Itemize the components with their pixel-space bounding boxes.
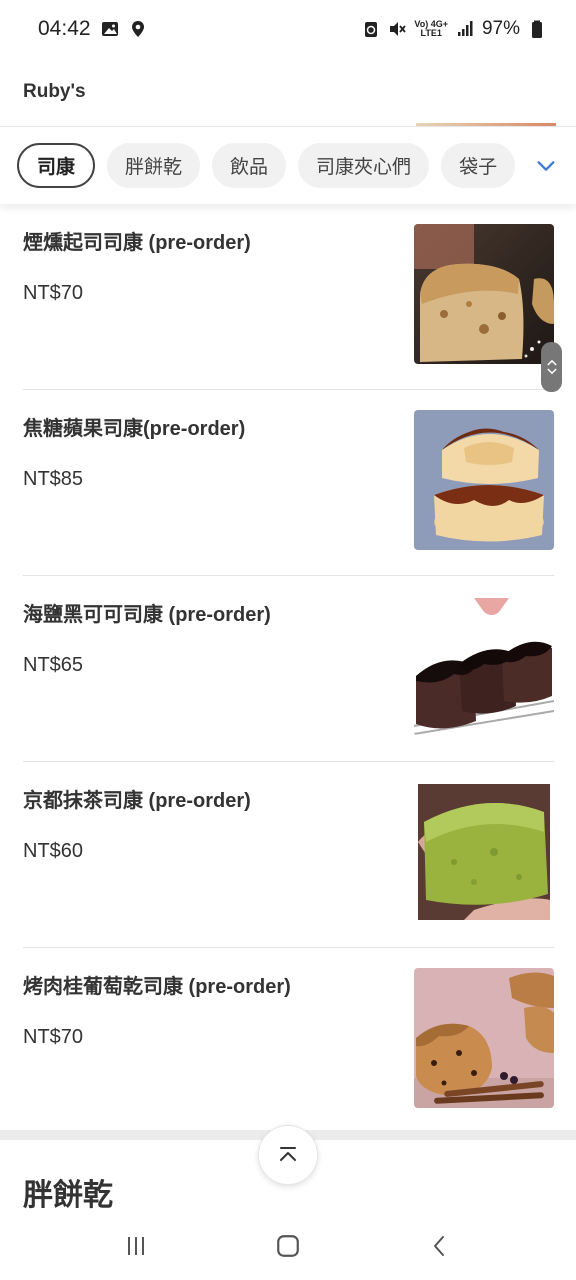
product-image	[414, 968, 554, 1108]
battery-icon	[528, 20, 546, 38]
product-name: 京都抹茶司康 (pre-order)	[23, 790, 251, 812]
category-chip-label: 飲品	[230, 157, 269, 178]
product-name: 焦糖蘋果司康(pre-order)	[23, 418, 246, 440]
product-image	[414, 782, 554, 922]
back-to-top-button[interactable]	[258, 1125, 318, 1185]
category-chip-label: 司康	[37, 157, 76, 178]
location-icon	[129, 20, 147, 38]
status-time: 04:42	[38, 17, 91, 40]
status-right: Vo) 4G+ LTE1 97%	[362, 18, 546, 40]
back-icon[interactable]	[410, 1221, 470, 1271]
product-price: NT$70	[23, 1026, 84, 1048]
battery-text: 97%	[481, 18, 520, 39]
arrow-up-to-top-icon	[280, 1147, 296, 1161]
product-image	[414, 410, 554, 550]
shop-name[interactable]: Ruby's	[23, 81, 86, 103]
product-price: NT$60	[23, 840, 84, 862]
chevron-down-icon	[546, 368, 557, 375]
category-chip-label: 袋子	[459, 157, 498, 178]
image-icon	[101, 20, 119, 38]
system-nav-bar	[0, 1212, 576, 1280]
scroll-handle[interactable]	[541, 342, 562, 392]
volte-icon: Vo) 4G+ LTE1	[414, 20, 448, 38]
category-chip-label: 司康夾心們	[316, 157, 412, 178]
category-chip-cookie[interactable]: 胖餅乾	[107, 143, 201, 188]
net-line2: LTE1	[420, 28, 442, 38]
signal-icon	[456, 20, 474, 38]
category-chip-scone-sandwich[interactable]: 司康夾心們	[298, 143, 430, 188]
product-name: 海鹽黑可可司康 (pre-order)	[23, 604, 271, 626]
chevron-up-icon	[546, 359, 557, 366]
product-price: NT$65	[23, 654, 84, 676]
product-item[interactable]: 海鹽黑可可司康 (pre-order) NT$65	[23, 576, 554, 762]
product-image	[414, 596, 554, 736]
product-item[interactable]: 京都抹茶司康 (pre-order) NT$60	[23, 762, 554, 948]
product-item[interactable]: 烤肉桂葡萄乾司康 (pre-order) NT$70	[23, 948, 554, 1134]
category-chip-bags[interactable]: 袋子	[441, 143, 516, 188]
product-item[interactable]: 焦糖蘋果司康(pre-order) NT$85	[23, 390, 554, 576]
home-icon[interactable]	[258, 1221, 318, 1271]
product-price: NT$70	[23, 282, 84, 304]
product-name: 煙燻起司司康 (pre-order)	[23, 232, 251, 254]
product-image	[414, 224, 554, 364]
chevron-down-icon[interactable]	[529, 149, 563, 183]
status-left: 04:42	[38, 17, 147, 41]
mute-icon	[388, 20, 407, 38]
category-chip-drinks[interactable]: 飲品	[212, 143, 287, 188]
category-chip-label: 胖餅乾	[125, 157, 183, 178]
recent-apps-icon[interactable]	[106, 1221, 166, 1271]
sync-icon	[362, 20, 380, 38]
app-header: Ruby's	[0, 58, 576, 126]
product-name: 烤肉桂葡萄乾司康 (pre-order)	[23, 976, 291, 998]
category-chip-scone[interactable]: 司康	[17, 143, 96, 188]
section-title: 胖餅乾	[23, 1179, 113, 1212]
product-price: NT$85	[23, 468, 84, 490]
category-bar: 司康 胖餅乾 飲品 司康夾心們 袋子	[0, 126, 576, 204]
status-bar: 04:42 Vo) 4G+ LTE1 97%	[0, 0, 576, 58]
product-item[interactable]: 煙燻起司司康 (pre-order) NT$70	[23, 204, 554, 390]
